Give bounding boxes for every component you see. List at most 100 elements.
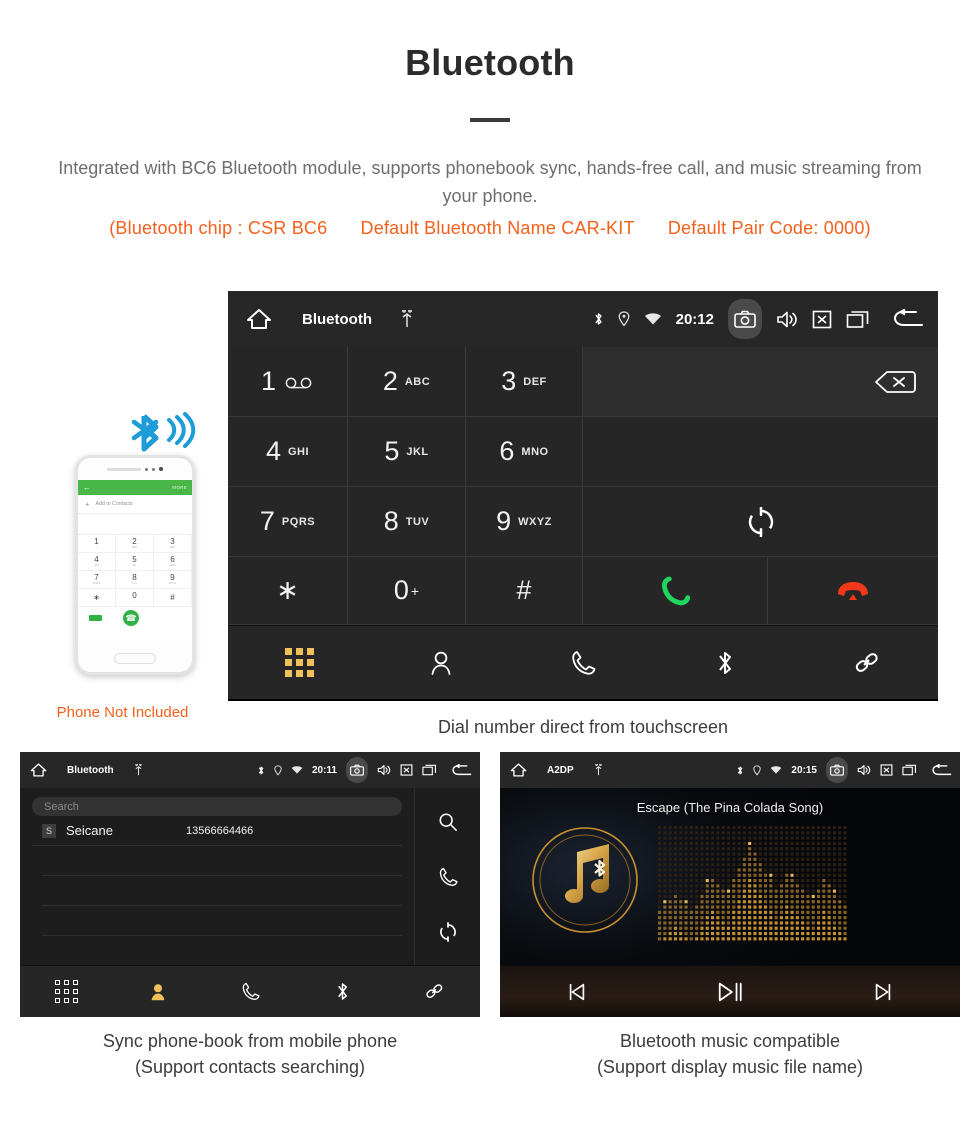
back-icon[interactable]: [451, 763, 472, 777]
phonebook-screenshot: Bluetooth 20:11 Search S Seicane 1356666…: [20, 752, 480, 1017]
home-icon[interactable]: [510, 762, 527, 778]
camera-icon[interactable]: [826, 757, 848, 783]
phone-key-6: 6 MNO: [154, 553, 192, 571]
phone-mockup-group: ← MORE + Add to Contacts 1 ∞ 2 ABC 3 DEF 4 GHI 5…: [30, 400, 215, 740]
call-icon: [660, 575, 690, 606]
home-icon[interactable]: [30, 762, 47, 778]
phone-not-included-note: Phone Not Included: [56, 704, 189, 721]
dial-key-hash[interactable]: #: [466, 557, 583, 625]
phone-key-digit: ∗: [93, 592, 100, 602]
sync-icon[interactable]: [438, 921, 458, 942]
spec-chip: (Bluetooth chip : CSR BC6: [109, 218, 328, 238]
dial-key-star[interactable]: ∗: [228, 557, 348, 625]
volume-icon[interactable]: [776, 310, 798, 329]
contacts-icon: [149, 982, 167, 1002]
wifi-icon: [291, 765, 303, 775]
hangup-icon: [836, 580, 870, 602]
page-root: Bluetooth Integrated with BC6 Bluetooth …: [0, 0, 980, 1143]
back-icon[interactable]: [931, 763, 952, 777]
key-digit: 5: [384, 436, 400, 466]
contact-row[interactable]: S Seicane 13566664466: [32, 816, 402, 846]
nav-pair-link[interactable]: [388, 981, 480, 1002]
phonebook-caption-line2: (Support contacts searching): [134, 1057, 366, 1077]
back-icon[interactable]: [892, 309, 924, 329]
phone-key-digit: 8: [132, 573, 137, 582]
phone-key-digit: 2: [132, 537, 137, 546]
phone-call-icon: ☎: [122, 610, 139, 626]
dial-key-5[interactable]: 5 JKL: [348, 417, 466, 487]
dial-key-7[interactable]: 7 PQRS: [228, 487, 348, 557]
close-box-icon[interactable]: [400, 764, 413, 776]
nav-contacts[interactable]: [370, 650, 512, 676]
search-input[interactable]: Search: [32, 797, 402, 816]
usb-icon: [594, 764, 603, 776]
sync-button[interactable]: [583, 487, 938, 557]
nav-call-log[interactable]: [204, 982, 296, 1001]
phone-key-digit: 9: [170, 573, 175, 582]
nav-bluetooth[interactable]: [654, 649, 796, 677]
play-pause-button[interactable]: [653, 979, 806, 1005]
wifi-icon: [770, 765, 782, 775]
prev-button[interactable]: [500, 981, 653, 1003]
dial-key-8[interactable]: 8 TUV: [348, 487, 466, 557]
nav-pair-link[interactable]: [796, 649, 938, 677]
phone-key-letters: ∞: [95, 546, 98, 549]
contact-list: Search S Seicane 13566664466: [20, 788, 414, 965]
bluetooth-icon: [736, 765, 744, 776]
hangup-button[interactable]: [768, 557, 938, 625]
volume-icon[interactable]: [377, 764, 391, 776]
phonebook-status-bar: Bluetooth 20:11: [20, 752, 480, 788]
close-box-icon[interactable]: [880, 764, 893, 776]
usb-icon: [134, 764, 143, 776]
phone-key-digit: 3: [170, 537, 175, 546]
call-log-icon: [570, 650, 596, 676]
dial-key-1[interactable]: 1: [228, 347, 348, 417]
dial-key-3[interactable]: 3 DEF: [466, 347, 583, 417]
key-digit: 1: [260, 366, 277, 396]
key-digit: 4: [265, 436, 281, 466]
phone-add-contacts-row: + Add to Contacts: [78, 495, 192, 514]
phone-key-letters: WXYZ: [168, 582, 177, 585]
call-icon[interactable]: [438, 867, 458, 887]
page-title: Bluetooth: [405, 42, 575, 83]
music-note-bluetooth-icon: [532, 827, 638, 933]
music-caption: Bluetooth music compatible (Support disp…: [500, 1028, 960, 1080]
volume-icon[interactable]: [857, 764, 871, 776]
camera-icon[interactable]: [728, 299, 762, 339]
nav-bluetooth[interactable]: [296, 981, 388, 1002]
usb-icon: [400, 310, 414, 328]
dialer-empty-area: [583, 417, 938, 487]
close-box-icon[interactable]: [812, 310, 832, 329]
dial-key-4[interactable]: 4 GHI: [228, 417, 348, 487]
recents-icon[interactable]: [422, 764, 437, 776]
phone-key-digit: 1: [94, 537, 99, 546]
phone-key-digit: 4: [94, 555, 99, 564]
camera-icon[interactable]: [346, 757, 368, 783]
backspace-icon[interactable]: [874, 370, 916, 394]
music-status-bar: A2DP 20:15: [500, 752, 960, 788]
wifi-icon: [644, 312, 662, 326]
nav-call-log[interactable]: [512, 650, 654, 676]
search-icon[interactable]: [438, 812, 458, 832]
call-button[interactable]: [583, 557, 768, 625]
nav-dialpad[interactable]: [228, 648, 370, 677]
dial-key-9[interactable]: 9 WXYZ: [466, 487, 583, 557]
dialer-status-bar: Bluetooth 20:12: [228, 291, 938, 347]
phone-key-letters: DEF: [169, 546, 176, 549]
recents-icon[interactable]: [846, 310, 870, 329]
nav-dialpad[interactable]: [20, 980, 112, 1003]
next-button[interactable]: [807, 981, 960, 1003]
phonebook-title: Bluetooth: [67, 764, 114, 776]
dial-key-0[interactable]: 0 +: [348, 557, 466, 625]
dial-key-6[interactable]: 6 MNO: [466, 417, 583, 487]
recents-icon[interactable]: [902, 764, 917, 776]
key-digit: 8: [383, 506, 399, 536]
nav-contacts[interactable]: [112, 982, 204, 1002]
dial-key-2[interactable]: 2 ABC: [348, 347, 466, 417]
number-display[interactable]: [583, 347, 938, 417]
phone-video-icon: [88, 615, 102, 621]
home-icon[interactable]: [246, 307, 272, 331]
phone-key-hash: #: [154, 589, 192, 607]
bluetooth-icon: [715, 649, 735, 677]
equalizer-visualizer: [658, 826, 849, 943]
